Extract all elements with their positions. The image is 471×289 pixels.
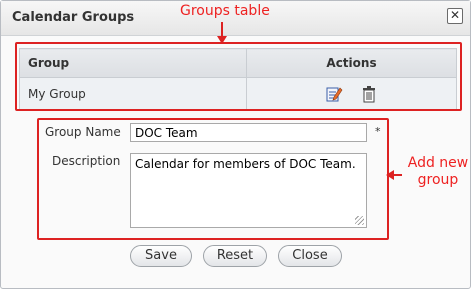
annotation-add-new-group: Add new group bbox=[403, 155, 471, 189]
close-icon[interactable]: ✕ bbox=[447, 8, 463, 24]
dialog-title: Calendar Groups bbox=[12, 10, 135, 25]
annotation-add-line1: Add new bbox=[407, 155, 469, 171]
annotation-add-line2: group bbox=[417, 172, 459, 188]
reset-button[interactable]: Reset bbox=[203, 245, 267, 267]
groups-table-highlight bbox=[15, 42, 462, 111]
save-button[interactable]: Save bbox=[130, 245, 192, 267]
close-button[interactable]: Close bbox=[278, 245, 342, 267]
add-group-form-highlight bbox=[37, 118, 389, 240]
annotation-groups-table: Groups table bbox=[180, 3, 270, 19]
